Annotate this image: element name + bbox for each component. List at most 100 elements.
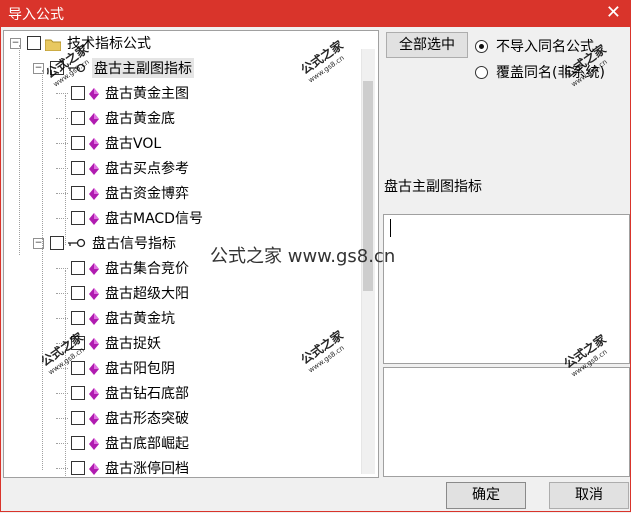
formula-icon [89,338,99,350]
tree-item-label: 盘古黄金主图 [105,86,189,102]
tree-guide-line [65,95,66,245]
cancel-button[interactable]: 取消 [549,482,629,509]
tree-checkbox[interactable] [71,361,85,375]
formula-tree[interactable]: − 技术指标公式 − 盘古主副图指标盘古黄金主图 盘古黄金底盘古VOL 盘古买点参考 盘古资… [3,30,379,478]
formula-icon [89,88,99,100]
tree-checkbox[interactable] [71,461,85,475]
radio-skip-indicator[interactable] [475,39,488,53]
tree-item-label: 盘古底部崛起 [105,436,189,452]
tree-item-label: 盘古主副图指标 [92,58,194,78]
formula-icon [89,138,99,150]
selected-formula-name: 盘古主副图指标 [384,179,482,195]
tree-item[interactable]: 盘古MACD信号 [56,207,203,229]
tree-checkbox[interactable] [50,61,64,75]
tree-checkbox[interactable] [71,386,85,400]
tree-item-label: 盘古集合竞价 [105,261,189,277]
tree-item-label: 盘古MACD信号 [105,211,203,227]
tree-connector [56,317,68,319]
tree-scrollbar[interactable] [361,49,375,474]
tree-item[interactable]: 盘古买点参考 [56,157,189,179]
tree-checkbox[interactable] [71,161,85,175]
formula-icon [89,413,99,425]
tree-checkbox[interactable] [71,86,85,100]
radio-overwrite-indicator[interactable] [475,65,488,79]
tree-group[interactable]: − 盘古信号指标 [33,232,176,254]
tree-checkbox[interactable] [50,236,64,250]
tree-item-label: 盘古涨停回档 [105,461,189,477]
tree-item-label: 盘古超级大阳 [105,286,189,302]
tree-item-label: 盘古形态突破 [105,411,189,427]
radio-overwrite-label: 覆盖同名(非系统) [496,65,605,81]
tree-item[interactable]: 盘古VOL [56,132,161,154]
formula-icon [89,163,99,175]
tree-checkbox[interactable] [71,261,85,275]
tree-checkbox[interactable] [71,136,85,150]
tree-group[interactable]: − 盘古主副图指标 [33,57,194,79]
tree-checkbox[interactable] [71,286,85,300]
tree-item[interactable]: 盘古底部崛起 [56,432,189,454]
formula-icon [89,188,99,200]
scrollbar-thumb[interactable] [363,81,373,291]
formula-icon [89,363,99,375]
tree-item[interactable]: 盘古资金博弈 [56,182,189,204]
tree-item[interactable]: 盘古涨停回档 [56,457,189,477]
tree-item[interactable]: 盘古黄金坑 [56,307,175,329]
text-caret [390,219,391,237]
tree-connector [56,117,68,119]
tree-item-label: 技术指标公式 [67,36,151,52]
tree-connector [56,167,68,169]
tree-item-label: 盘古资金博弈 [105,186,189,202]
tree-checkbox[interactable] [71,186,85,200]
tree-checkbox[interactable] [71,436,85,450]
tree-checkbox[interactable] [71,111,85,125]
ok-button[interactable]: 确定 [446,482,526,509]
tree-item-label: 盘古VOL [105,136,162,152]
tree-item-label: 盘古黄金底 [105,111,175,127]
tree-connector [56,417,68,419]
formula-icon [89,213,99,225]
tree-item-label: 盘古信号指标 [92,236,176,252]
tree-item-label: 盘古黄金坑 [105,311,175,327]
tree-connector [56,92,68,94]
tree-item[interactable]: 盘古集合竞价 [56,257,189,279]
formula-icon [89,288,99,300]
tree-connector [56,467,68,469]
folder-icon [45,38,61,51]
tree-item[interactable]: 盘古捉妖 [56,332,161,354]
formula-icon [89,313,99,325]
formula-icon [89,388,99,400]
tree-checkbox[interactable] [71,336,85,350]
radio-overwrite-same-name[interactable]: 覆盖同名(非系统) [475,62,605,82]
selected-info-area: 盘古主副图指标 [383,170,628,212]
tree-item-label: 盘古买点参考 [105,161,189,177]
tree-connector [56,292,68,294]
tree-connector [56,142,68,144]
tree-connector [56,192,68,194]
formula-icon [89,113,99,125]
radio-skip-same-name[interactable]: 不导入同名公式 [475,36,594,56]
formula-icon [89,263,99,275]
tree-item[interactable]: 盘古黄金底 [56,107,175,129]
formula-description-box[interactable] [383,214,630,364]
tree-item[interactable]: 盘古黄金主图 [56,82,189,104]
radio-skip-label: 不导入同名公式 [496,39,594,55]
tree-checkbox[interactable] [27,36,41,50]
tree-item[interactable]: 盘古钻石底部 [56,382,189,404]
tree-connector [56,217,68,219]
tree-item[interactable]: 盘古超级大阳 [56,282,189,304]
tree-item[interactable]: 盘古阳包阴 [56,357,175,379]
tree-checkbox[interactable] [71,211,85,225]
tree-item[interactable]: 盘古形态突破 [56,407,189,429]
formula-preview-box [383,367,630,477]
title-bar: 导入公式 ✕ [0,0,631,27]
tree-guide-line [19,45,20,255]
tree-connector [56,267,68,269]
tree-connector [56,342,68,344]
tree-root[interactable]: − 技术指标公式 [10,32,151,54]
close-icon[interactable]: ✕ [606,2,621,24]
key-icon [68,63,86,73]
tree-checkbox[interactable] [71,411,85,425]
formula-icon [89,438,99,450]
select-all-button[interactable]: 全部选中 [386,32,468,58]
tree-checkbox[interactable] [71,311,85,325]
